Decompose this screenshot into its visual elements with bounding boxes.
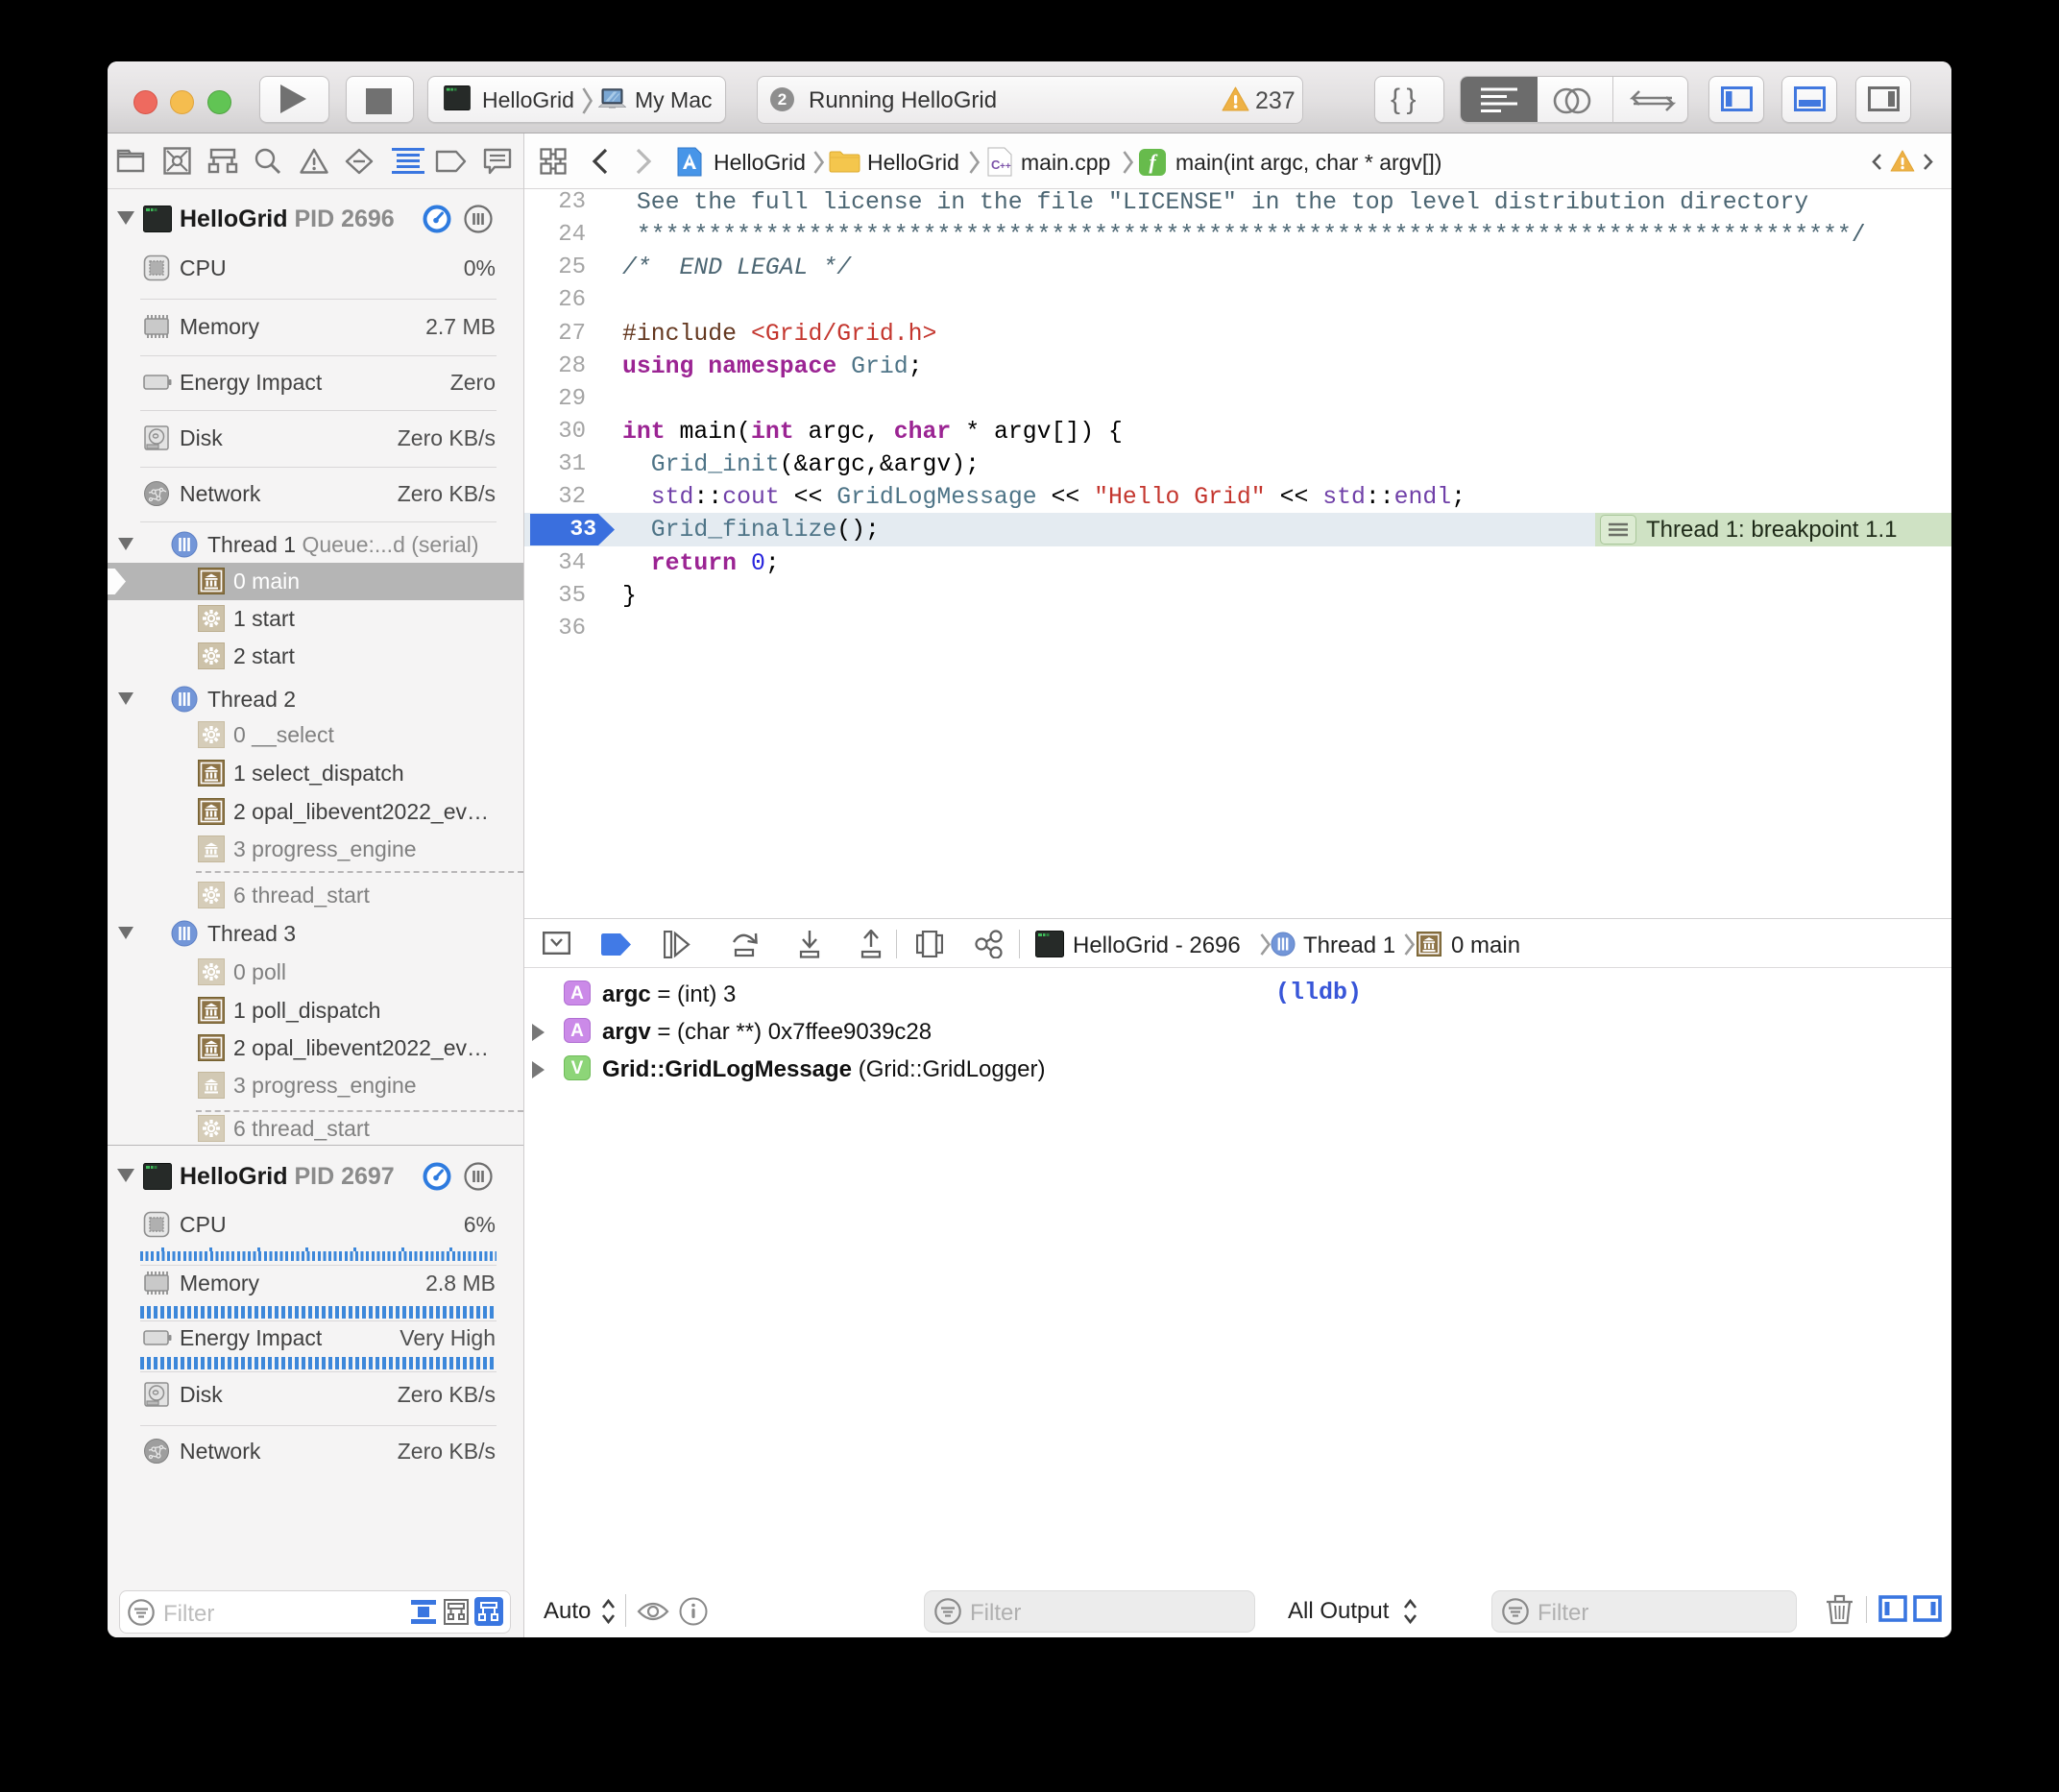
svg-text:++: ++	[1000, 161, 1011, 172]
